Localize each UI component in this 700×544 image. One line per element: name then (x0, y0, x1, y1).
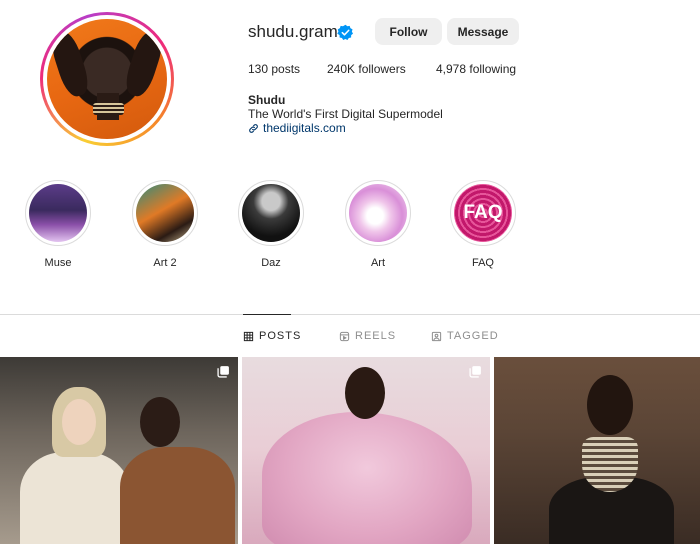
carousel-icon (469, 366, 481, 378)
avatar-figure-arm (47, 28, 93, 100)
highlight-cover (29, 184, 87, 242)
tab-reels[interactable]: REELS (339, 330, 396, 342)
highlight-art[interactable]: Art (345, 180, 411, 269)
post-figure (582, 437, 638, 492)
bio-display-name: Shudu (248, 93, 286, 107)
highlight-label: Muse (44, 257, 72, 269)
highlight-label: Daz (261, 257, 281, 269)
post-figure (587, 375, 633, 435)
highlight-label: Art (370, 257, 386, 269)
tab-label: REELS (355, 330, 397, 342)
highlight-cover (349, 184, 407, 242)
tab-posts[interactable]: POSTS (243, 330, 301, 342)
verified-badge-icon (337, 24, 354, 40)
post-figure (345, 367, 385, 419)
tab-label: POSTS (259, 330, 302, 342)
highlight-cover-text: FAQ (463, 202, 503, 223)
highlight-muse[interactable]: Muse (25, 180, 91, 269)
active-tab-indicator (243, 314, 291, 315)
bio-website-link[interactable]: thediigitals.com (248, 121, 346, 135)
highlight-cover: FAQ (454, 184, 512, 242)
posts-count: 130 posts (248, 62, 301, 76)
carousel-icon (217, 366, 229, 378)
post-figure (20, 452, 130, 544)
avatar-figure-neck-rings (92, 103, 124, 115)
highlight-cover (242, 184, 300, 242)
post-thumbnail[interactable] (242, 357, 490, 544)
reels-icon (339, 331, 350, 341)
bio-description: The World's First Digital Supermodel (248, 107, 443, 121)
post-figure (62, 399, 96, 445)
post-thumbnail[interactable] (0, 357, 238, 544)
highlight-ring (25, 180, 91, 246)
avatar-figure-arm (121, 28, 167, 100)
post-thumbnail[interactable] (494, 357, 700, 544)
tab-label: TAGGED (447, 330, 499, 342)
highlight-ring (132, 180, 198, 246)
tagged-icon (431, 331, 442, 341)
post-figure (262, 412, 472, 544)
grid-icon (243, 331, 254, 341)
post-figure (140, 397, 180, 447)
profile-avatar[interactable] (40, 12, 174, 146)
tabs-divider (0, 314, 700, 315)
link-icon (249, 123, 258, 133)
highlight-label: FAQ (471, 257, 494, 269)
following-count[interactable]: 4,978 following (436, 62, 516, 76)
highlight-label: Art 2 (153, 257, 177, 269)
bio-link-text[interactable]: thediigitals.com (263, 121, 346, 135)
avatar-image (47, 19, 167, 139)
highlight-ring (238, 180, 304, 246)
profile-username: shudu.gram (248, 22, 338, 41)
highlight-daz[interactable]: Daz (238, 180, 304, 269)
highlight-art-2[interactable]: Art 2 (132, 180, 198, 269)
highlight-faq[interactable]: FAQ FAQ (450, 180, 516, 269)
highlight-ring: FAQ (450, 180, 516, 246)
highlight-cover (136, 184, 194, 242)
avatar-frame (43, 15, 171, 143)
tab-tagged[interactable]: TAGGED (431, 330, 499, 342)
post-figure (120, 447, 235, 544)
message-button[interactable]: Message (447, 18, 519, 45)
follow-button[interactable]: Follow (375, 18, 442, 45)
followers-count[interactable]: 240K followers (327, 62, 406, 76)
highlight-ring (345, 180, 411, 246)
